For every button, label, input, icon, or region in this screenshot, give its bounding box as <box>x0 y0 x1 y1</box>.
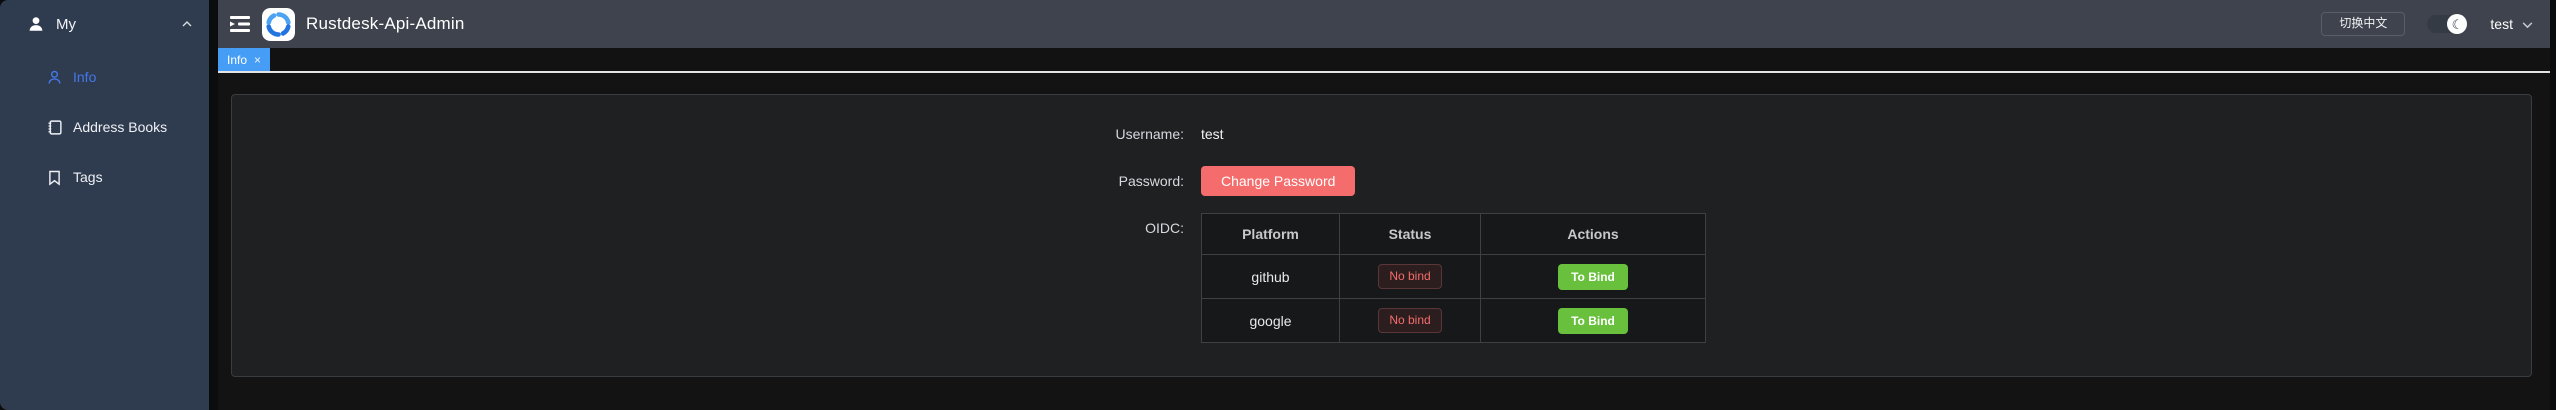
user-info-form: Username: test Password: Change Password… <box>1004 119 1764 360</box>
user-name: test <box>2490 16 2513 32</box>
sidebar-item-label: Info <box>73 69 96 85</box>
oidc-row-google: google No bind To Bind <box>1202 299 1706 343</box>
user-outline-icon <box>46 69 63 86</box>
oidc-row: OIDC: Platform Status Actions <box>1004 213 1764 343</box>
actions-cell: To Bind <box>1481 299 1706 343</box>
oidc-table-header-row: Platform Status Actions <box>1202 214 1706 255</box>
sidebar-item-label: Tags <box>73 169 103 185</box>
user-filled-icon <box>27 15 45 33</box>
platform-cell: google <box>1202 299 1340 343</box>
password-row: Password: Change Password <box>1004 166 1764 196</box>
notebook-icon <box>46 119 63 136</box>
to-bind-button-github[interactable]: To Bind <box>1558 264 1628 290</box>
oidc-table: Platform Status Actions github No bind T… <box>1201 213 1706 343</box>
change-password-button[interactable]: Change Password <box>1201 166 1355 196</box>
oidc-col-actions: Actions <box>1481 214 1706 255</box>
sidebar: My Info Address Books Tags <box>0 0 209 410</box>
status-cell: No bind <box>1340 299 1481 343</box>
tab-close-icon[interactable]: × <box>254 54 261 66</box>
status-cell: No bind <box>1340 255 1481 299</box>
status-badge: No bind <box>1378 308 1441 332</box>
theme-toggle-switch[interactable]: ☾ <box>2427 15 2466 33</box>
hamburger-menu-icon[interactable] <box>230 15 250 33</box>
top-header: Rustdesk-Api-Admin 切换中文 ☾ test <box>218 0 2550 48</box>
user-dropdown[interactable]: test <box>2490 16 2534 32</box>
oidc-col-status: Status <box>1340 214 1481 255</box>
username-label: Username: <box>1004 119 1201 149</box>
sidebar-group-my[interactable]: My <box>0 4 209 44</box>
oidc-row-github: github No bind To Bind <box>1202 255 1706 299</box>
info-panel: Username: test Password: Change Password… <box>231 94 2532 377</box>
status-badge: No bind <box>1378 264 1441 288</box>
sidebar-group-label: My <box>56 16 76 33</box>
tab-label: Info <box>227 53 247 67</box>
platform-cell: github <box>1202 255 1340 299</box>
username-row: Username: test <box>1004 119 1764 149</box>
sidebar-item-info[interactable]: Info <box>0 60 209 94</box>
tabs-bar: Info × <box>218 48 2550 73</box>
theme-switch-thumb: ☾ <box>2447 14 2467 34</box>
language-toggle-button[interactable]: 切换中文 <box>2321 12 2405 35</box>
actions-cell: To Bind <box>1481 255 1706 299</box>
tab-info[interactable]: Info × <box>218 48 270 71</box>
sidebar-item-label: Address Books <box>73 119 167 135</box>
oidc-label: OIDC: <box>1004 213 1201 343</box>
app-window: My Info Address Books Tags Rustdesk-Api-… <box>0 0 2556 410</box>
rustdesk-logo <box>262 8 295 41</box>
sidebar-item-address-books[interactable]: Address Books <box>0 110 209 144</box>
username-value: test <box>1201 119 1224 149</box>
main-area: Rustdesk-Api-Admin 切换中文 ☾ test Info × <box>218 0 2550 410</box>
app-title: Rustdesk-Api-Admin <box>306 14 465 34</box>
chevron-down-icon <box>2521 18 2534 31</box>
bookmark-icon <box>46 169 63 186</box>
password-label: Password: <box>1004 166 1201 196</box>
sidebar-item-tags[interactable]: Tags <box>0 160 209 194</box>
content-area: Username: test Password: Change Password… <box>218 73 2550 408</box>
oidc-col-platform: Platform <box>1202 214 1340 255</box>
to-bind-button-google[interactable]: To Bind <box>1558 308 1628 334</box>
moon-icon: ☾ <box>2452 18 2464 31</box>
chevron-up-icon <box>181 18 193 30</box>
